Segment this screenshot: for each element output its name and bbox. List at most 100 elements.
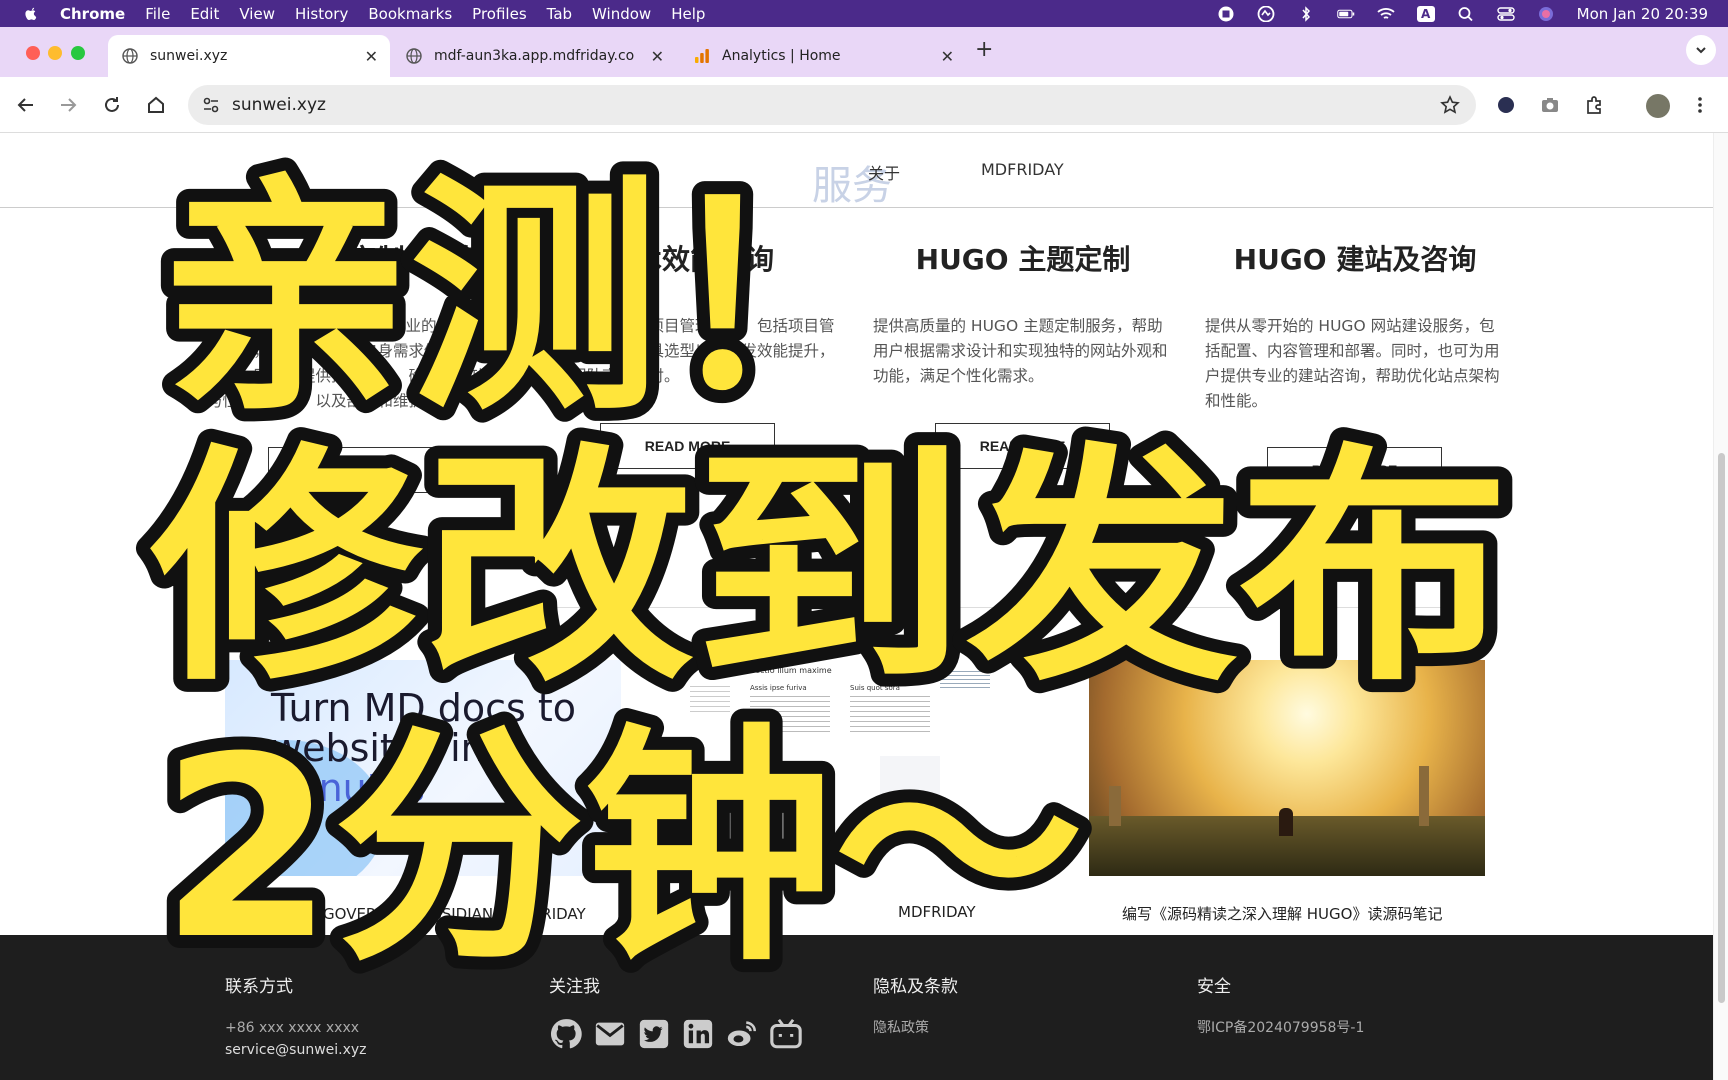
post-caption[interactable]: 编写《源码精读之深入理解 HUGO》读源码笔记: [1122, 903, 1442, 924]
window-zoom-button[interactable]: [71, 46, 85, 60]
doc-snippet: Suis quot sora: [850, 684, 900, 692]
github-icon[interactable]: [549, 1017, 583, 1051]
menu-help[interactable]: Help: [671, 5, 705, 23]
menu-window[interactable]: Window: [592, 5, 651, 23]
post-caption[interactable]: 开源 HUGOVERSE 和 OBSIDIAN 插件 FRIDAY: [266, 903, 586, 924]
stop-icon[interactable]: [1217, 6, 1235, 22]
url-text[interactable]: sunwei.xyz: [232, 95, 326, 115]
post-caption[interactable]: MDFRIDAY: [898, 903, 976, 921]
address-bar[interactable]: sunwei.xyz: [188, 85, 1476, 125]
footer-heading: 隐私及条款: [873, 977, 958, 997]
service-card: HUGO 主题定制 提供高质量的 HUGO 主题定制服务，帮助用户根据需求设计和…: [873, 238, 1173, 389]
service-title: FRIDAY 定制与托管: [225, 243, 489, 276]
footer-heading: 关注我: [549, 977, 600, 997]
web-page: 服务 关于 MDFRIDAY FRIDAY 定制与托管 开源项目 MDFRIDA…: [0, 133, 1713, 1080]
browser-tab-strip: sunwei.xyz ✕ mdf-aun3ka.app.mdfriday.com…: [0, 27, 1728, 77]
forward-icon[interactable]: [58, 95, 78, 115]
read-more-button[interactable]: READ MORE: [600, 423, 775, 469]
tab-sunwei[interactable]: sunwei.xyz ✕: [108, 35, 390, 77]
tab-analytics[interactable]: Analytics | Home ✕: [680, 35, 966, 77]
footer-contact: 联系方式 +86 xxx xxxx xxxx service@sunwei.xy…: [225, 972, 367, 1061]
menu-edit[interactable]: Edit: [190, 5, 219, 23]
nav-about[interactable]: 关于: [868, 160, 900, 184]
control-center-icon[interactable]: [1496, 6, 1515, 22]
site-info-icon[interactable]: [202, 96, 220, 114]
menu-file[interactable]: File: [145, 5, 170, 23]
profile-avatar[interactable]: [1646, 94, 1670, 118]
headline-line: websites in: [271, 726, 485, 770]
service-description: 提供从零开始的 HUGO 网站建设服务，包括配置、内容管理和部署。同时，也可为用…: [1205, 317, 1500, 410]
extension-swirl-icon[interactable]: [1496, 95, 1516, 115]
read-more-button[interactable]: READ MORE: [1267, 447, 1442, 493]
twitter-icon[interactable]: [637, 1017, 671, 1051]
post-thumbnail[interactable]: Sectio illum maxime Assis ipse furiva Su…: [660, 660, 1056, 876]
input-method-icon[interactable]: A: [1416, 5, 1435, 22]
vpn-icon[interactable]: [1257, 5, 1275, 22]
contact-phone: +86 xxx xxxx xxxx: [225, 1020, 360, 1036]
bookmark-star-icon[interactable]: [1440, 95, 1460, 115]
read-more-button[interactable]: READ MORE: [268, 447, 443, 493]
service-card: FRIDAY 定制与托管 开源项目 MDFRIDAY 提供专业的定制与托管服务，…: [207, 238, 507, 414]
menu-view[interactable]: View: [239, 5, 275, 23]
read-more-button[interactable]: READ MORE: [935, 423, 1110, 469]
post-thumbnail[interactable]: [1089, 660, 1485, 876]
headline-line: Turn MD docs to: [271, 686, 577, 730]
service-description: 提供研发效能、项目管理咨询，包括项目管理流程优化、工具选型以及研发效能提升，助力…: [540, 317, 835, 385]
menu-bookmarks[interactable]: Bookmarks: [368, 5, 452, 23]
headline-line: minutes: [271, 766, 425, 810]
post-thumbnail[interactable]: Turn MD docs to websites in minutes: [225, 660, 621, 876]
linkedin-icon[interactable]: [681, 1017, 715, 1051]
tab-close-button[interactable]: ✕: [941, 47, 954, 66]
email-icon[interactable]: [593, 1017, 627, 1051]
tab-close-button[interactable]: ✕: [651, 47, 664, 66]
scrollbar-thumb[interactable]: [1718, 453, 1725, 1003]
menu-chrome[interactable]: Chrome: [60, 5, 125, 23]
window-minimize-button[interactable]: [48, 46, 62, 60]
site-navigation: 服务 关于 MDFRIDAY: [0, 133, 1713, 209]
analytics-icon: [695, 49, 709, 63]
window-close-button[interactable]: [26, 46, 40, 60]
service-title: HUGO 主题定制: [915, 243, 1131, 276]
menu-history[interactable]: History: [295, 5, 348, 23]
footer-privacy: 隐私及条款 隐私政策: [873, 972, 958, 1039]
tab-search-button[interactable]: [1686, 35, 1716, 65]
page-scrollbar[interactable]: [1713, 133, 1728, 1080]
siri-icon[interactable]: [1537, 6, 1555, 22]
battery-icon[interactable]: [1336, 6, 1355, 22]
footer-security: 安全 鄂ICP备2024079958号-1: [1197, 972, 1364, 1039]
wifi-icon[interactable]: [1377, 6, 1395, 22]
nav-mdfriday[interactable]: MDFRIDAY: [981, 160, 1064, 179]
icp-license[interactable]: 鄂ICP备2024079958号-1: [1197, 1017, 1364, 1039]
menubar-clock[interactable]: Mon Jan 20 20:39: [1577, 5, 1708, 23]
service-title: 技术效能咨询: [605, 243, 774, 276]
bluetooth-icon[interactable]: [1297, 5, 1315, 22]
social-links: [549, 1017, 803, 1051]
camera-icon[interactable]: [1540, 95, 1560, 115]
posts-heading: 文章: [826, 545, 862, 566]
home-icon[interactable]: [146, 95, 166, 115]
contact-email[interactable]: service@sunwei.xyz: [225, 1039, 367, 1061]
privacy-policy-link[interactable]: 隐私政策: [873, 1017, 958, 1039]
search-icon[interactable]: [1457, 6, 1475, 22]
macos-menubar: Chrome File Edit View History Bookmarks …: [0, 0, 1728, 27]
kebab-menu-icon[interactable]: [1690, 95, 1710, 115]
tab-mdfriday-app[interactable]: mdf-aun3ka.app.mdfriday.com ✕: [392, 35, 676, 77]
apple-icon[interactable]: [22, 5, 40, 23]
extensions-puzzle-icon[interactable]: [1584, 95, 1604, 115]
weibo-icon[interactable]: [725, 1017, 759, 1051]
tab-close-button[interactable]: ✕: [365, 47, 378, 66]
globe-icon: [406, 48, 422, 64]
menu-profiles[interactable]: Profiles: [472, 5, 526, 23]
footer-follow: 关注我: [549, 972, 803, 1051]
tab-label: mdf-aun3ka.app.mdfriday.com: [434, 48, 634, 64]
footer-heading: 联系方式: [225, 977, 293, 997]
back-icon[interactable]: [16, 95, 36, 115]
globe-icon: [122, 48, 138, 64]
menu-tab[interactable]: Tab: [547, 5, 572, 23]
service-card: 技术效能咨询 提供研发效能、项目管理咨询，包括项目管理流程优化、工具选型以及研发…: [540, 238, 840, 389]
reload-icon[interactable]: [102, 95, 122, 115]
footer-heading: 安全: [1197, 977, 1231, 997]
bilibili-icon[interactable]: [769, 1017, 803, 1051]
section-divider: [225, 607, 1485, 608]
new-tab-button[interactable]: +: [975, 37, 993, 62]
